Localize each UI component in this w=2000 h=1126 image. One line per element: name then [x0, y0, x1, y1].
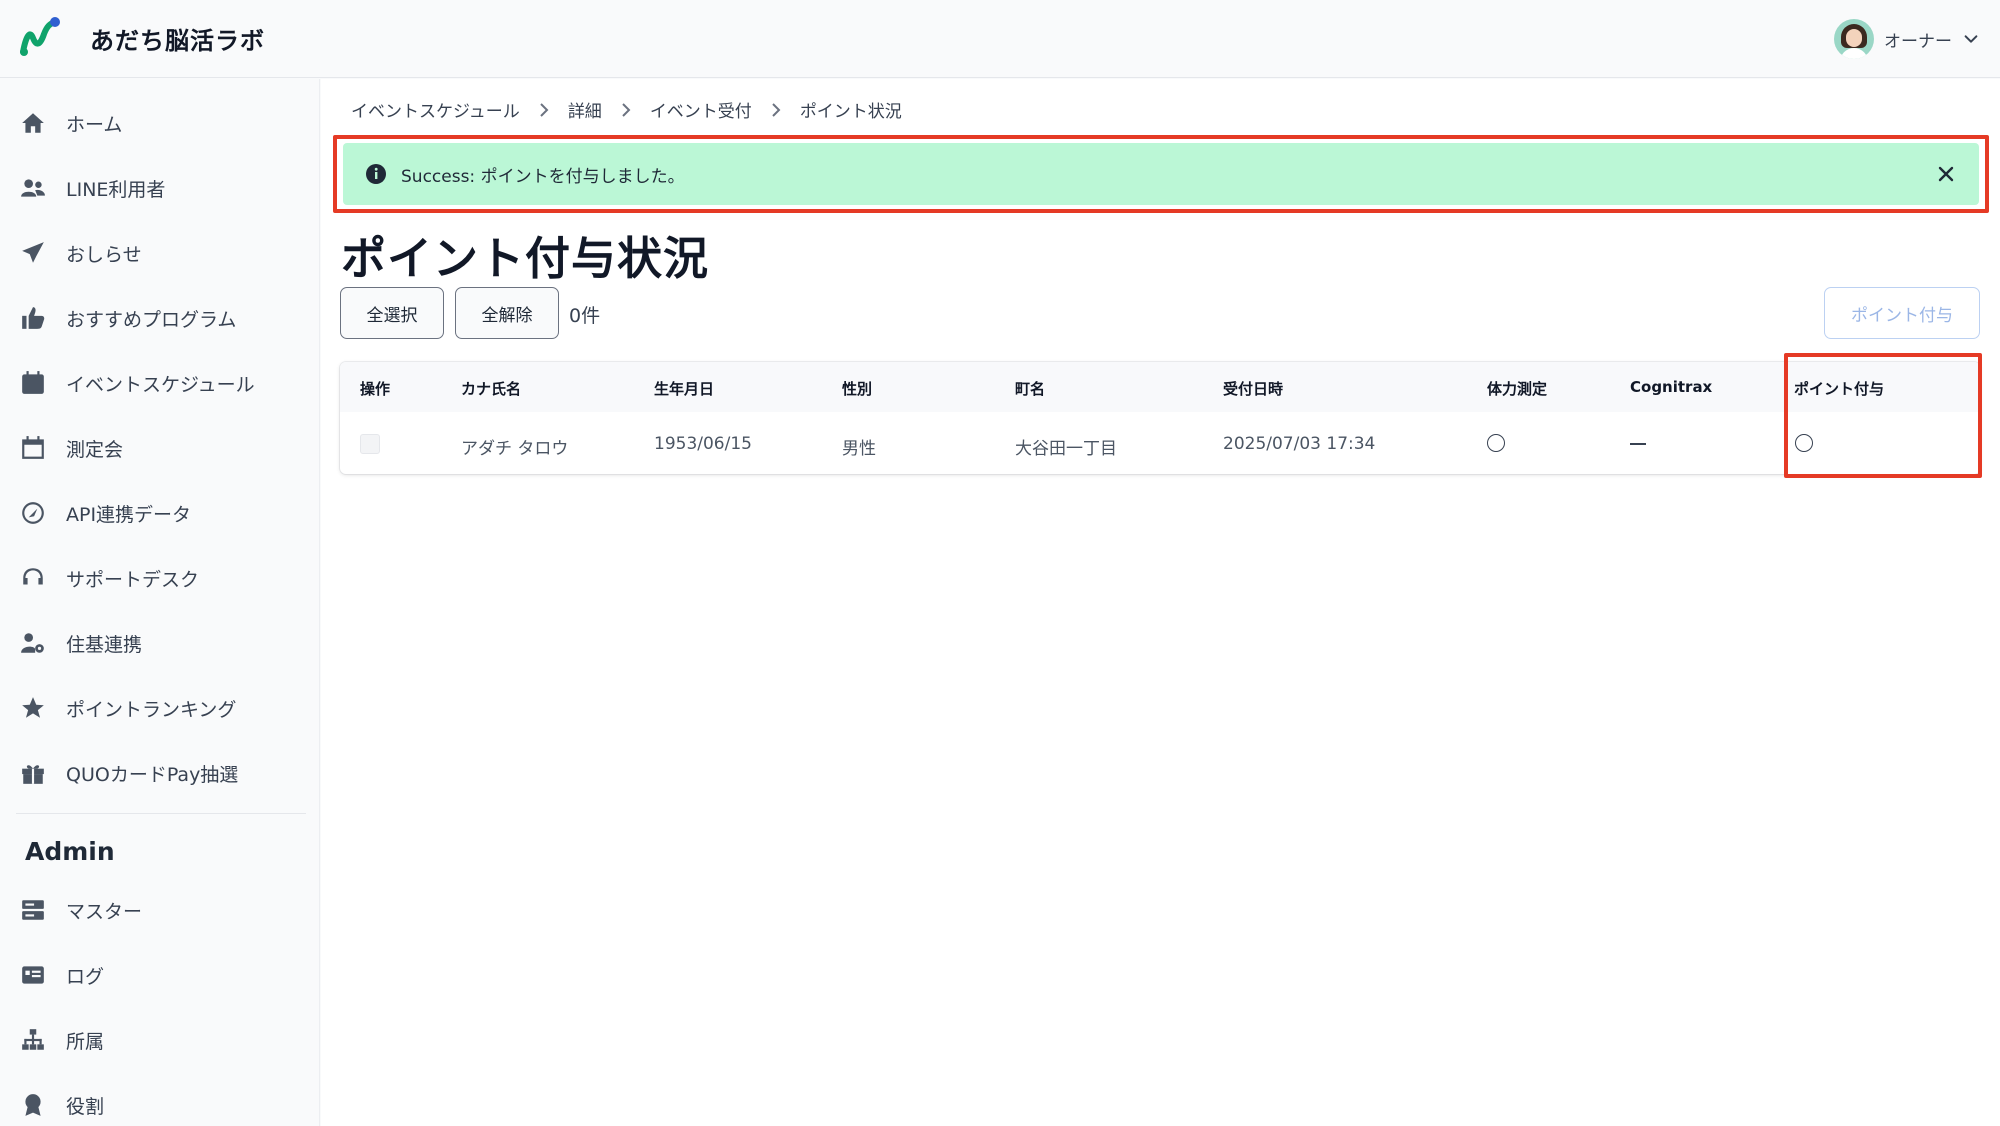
selected-count: 0件 — [569, 305, 601, 327]
sidebar-item-home[interactable]: ホーム — [18, 100, 308, 146]
sidebar-item-log[interactable]: ログ — [18, 952, 308, 998]
cell-town: 大谷田一丁目 — [1015, 439, 1117, 459]
sidebar-item-programs[interactable]: おすすめプログラム — [18, 295, 308, 341]
sidebar-item-label: サポートデスク — [66, 568, 200, 591]
highlight-outline-points-column — [1784, 353, 1982, 478]
sidebar: ホーム LINE利用者 おしらせ おすすめプログラム イベントスケジュール 測定… — [0, 79, 320, 1126]
sidebar-item-master[interactable]: マスター — [18, 887, 308, 933]
column-header-kana-name: カナ氏名 — [461, 380, 522, 398]
sidebar-item-label: ホーム — [66, 113, 123, 136]
sidebar-item-line-users[interactable]: LINE利用者 — [18, 165, 308, 211]
sidebar-item-role[interactable]: 役割 — [18, 1082, 308, 1126]
home-icon — [18, 108, 48, 138]
sidebar-item-label: 役割 — [66, 1095, 105, 1118]
chevron-right-icon — [540, 102, 549, 117]
page-title: ポイント付与状況 — [341, 232, 710, 285]
log-icon — [18, 960, 48, 990]
main-content: イベントスケジュール 詳細 イベント受付 ポイント状況 Success: ポイン… — [321, 79, 2000, 1126]
column-header-action: 操作 — [360, 380, 391, 398]
sidebar-item-resident-link[interactable]: 住基連携 — [18, 620, 308, 666]
chevron-right-icon — [622, 102, 631, 117]
thumbs-up-icon — [18, 303, 48, 333]
breadcrumb: イベントスケジュール 詳細 イベント受付 ポイント状況 — [351, 97, 902, 122]
info-icon — [366, 164, 386, 184]
sidebar-item-label: QUOカードPay抽選 — [66, 763, 239, 786]
admin-heading: Admin — [25, 837, 115, 866]
sidebar-item-label: マスター — [66, 900, 143, 923]
calendar-filled-icon — [18, 368, 48, 398]
cell-birth-date: 1953/06/15 — [654, 434, 752, 454]
app-logo[interactable] — [18, 16, 62, 58]
gift-icon — [18, 758, 48, 788]
sidebar-item-label: おしらせ — [66, 243, 142, 266]
sidebar-item-affiliation[interactable]: 所属 — [18, 1017, 308, 1063]
sidebar-item-event-schedule[interactable]: イベントスケジュール — [18, 360, 308, 406]
sidebar-item-label: おすすめプログラム — [66, 308, 237, 331]
chevron-right-icon — [772, 102, 781, 117]
sidebar-item-label: 住基連携 — [66, 633, 143, 656]
deselect-all-button[interactable]: 全解除 — [455, 287, 559, 339]
breadcrumb-event-reception[interactable]: イベント受付 — [650, 97, 752, 122]
column-header-received-at: 受付日時 — [1223, 380, 1284, 398]
award-icon — [18, 1090, 48, 1120]
sidebar-item-label: ログ — [66, 965, 105, 988]
close-icon[interactable] — [1933, 161, 1959, 187]
top-bar: あだち脳活ラボ オーナー — [0, 0, 2000, 78]
sidebar-item-label: イベントスケジュール — [66, 373, 255, 396]
row-checkbox[interactable] — [360, 434, 380, 454]
table-header: 操作 カナ氏名 生年月日 性別 町名 受付日時 体力測定 Cognitrax ポ… — [340, 362, 1980, 412]
paper-plane-icon — [18, 238, 48, 268]
breadcrumb-detail[interactable]: 詳細 — [568, 97, 602, 122]
chevron-down-icon — [1964, 35, 1978, 43]
user-menu[interactable]: オーナー — [1834, 17, 1980, 61]
sidebar-item-measurement[interactable]: 測定会 — [18, 425, 308, 471]
headset-icon — [18, 563, 48, 593]
alert-message: Success: ポイントを付与しました。 — [401, 166, 685, 187]
user-gear-icon — [18, 628, 48, 658]
sidebar-item-label: 測定会 — [66, 438, 124, 461]
success-alert: Success: ポイントを付与しました。 — [343, 143, 1979, 205]
sidebar-item-label: ポイントランキング — [66, 698, 237, 721]
api-icon — [18, 498, 48, 528]
cell-gender: 男性 — [842, 439, 876, 459]
column-header-gender: 性別 — [842, 380, 873, 398]
column-header-cognitrax: Cognitrax — [1630, 378, 1713, 396]
cell-cognitrax — [1630, 443, 1646, 445]
app-title: あだち脳活ラボ — [90, 27, 265, 55]
cell-fitness — [1487, 434, 1505, 452]
sidebar-item-support-desk[interactable]: サポートデスク — [18, 555, 308, 601]
column-header-birth-date: 生年月日 — [654, 380, 715, 398]
column-header-fitness: 体力測定 — [1487, 380, 1548, 398]
sidebar-item-label: API連携データ — [66, 503, 192, 526]
select-all-button[interactable]: 全選択 — [340, 287, 444, 339]
column-header-town: 町名 — [1015, 380, 1046, 398]
table-row: アダチ タロウ 1953/06/15 男性 大谷田一丁目 2025/07/03 … — [340, 412, 1980, 474]
server-icon — [18, 895, 48, 925]
calendar-outline-icon — [18, 433, 48, 463]
sidebar-item-label: 所属 — [66, 1030, 105, 1053]
breadcrumb-event-schedule[interactable]: イベントスケジュール — [351, 97, 520, 122]
sidebar-item-label: LINE利用者 — [66, 178, 166, 201]
sidebar-divider — [16, 813, 306, 814]
avatar — [1834, 19, 1874, 59]
cell-kana-name: アダチ タロウ — [461, 439, 569, 459]
user-name: オーナー — [1884, 31, 1952, 52]
star-icon — [18, 693, 48, 723]
sidebar-item-point-ranking[interactable]: ポイントランキング — [18, 685, 308, 731]
sidebar-item-notices[interactable]: おしらせ — [18, 230, 308, 276]
breadcrumb-point-status: ポイント状況 — [799, 102, 902, 122]
sidebar-item-api-data[interactable]: API連携データ — [18, 490, 308, 536]
points-table: 操作 カナ氏名 生年月日 性別 町名 受付日時 体力測定 Cognitrax ポ… — [340, 362, 1980, 474]
users-icon — [18, 173, 48, 203]
grant-points-button[interactable]: ポイント付与 — [1824, 287, 1980, 339]
sitemap-icon — [18, 1025, 48, 1055]
cell-received-at: 2025/07/03 17:34 — [1223, 434, 1376, 454]
sidebar-item-quo-lottery[interactable]: QUOカードPay抽選 — [18, 750, 308, 796]
